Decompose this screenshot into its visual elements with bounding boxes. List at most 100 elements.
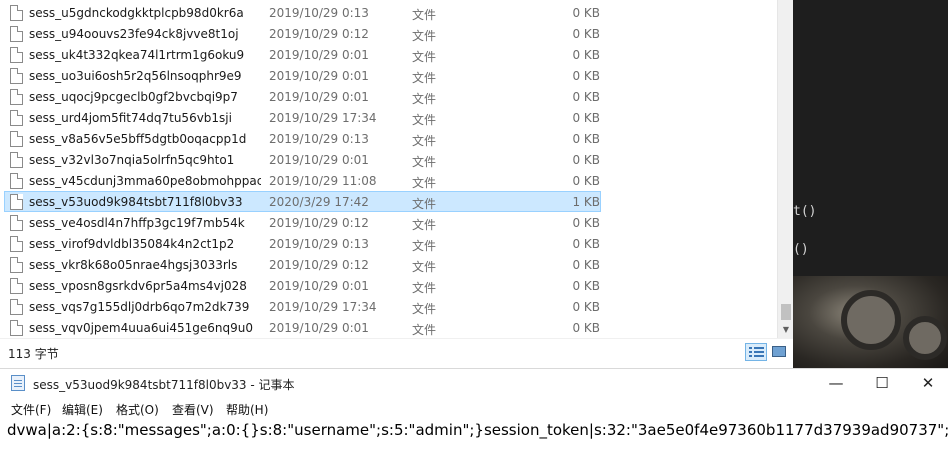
file-icon xyxy=(10,89,23,105)
file-type: 文件 xyxy=(412,302,437,316)
menu-view[interactable]: 查看(V) xyxy=(172,401,214,418)
file-date: 2019/10/29 0:13 xyxy=(269,6,369,20)
file-size: 0 KB xyxy=(572,216,600,230)
file-date: 2019/10/29 0:01 xyxy=(269,90,369,104)
file-size: 0 KB xyxy=(572,90,600,104)
file-icon xyxy=(10,257,23,273)
file-row[interactable]: sess_v32vl3o7nqia5olrfn5qc9hto1 2019/10/2… xyxy=(4,149,601,170)
maximize-button[interactable]: ☐ xyxy=(866,373,898,393)
file-type: 文件 xyxy=(412,176,437,190)
file-type: 文件 xyxy=(412,281,437,295)
file-row[interactable]: sess_v53uod9k984tsbt711f8l0bv33 2020/3/29… xyxy=(4,191,601,212)
file-date: 2019/10/29 0:12 xyxy=(269,216,369,230)
file-name: sess_u94oouvs23fe94ck8jvve8t1oj xyxy=(29,27,239,41)
thumbnail-view-icon[interactable] xyxy=(769,343,789,361)
file-size: 0 KB xyxy=(572,111,600,125)
file-size: 0 KB xyxy=(572,300,600,314)
menu-file[interactable]: 文件(F) xyxy=(11,401,51,418)
file-date: 2019/10/29 0:01 xyxy=(269,321,369,335)
file-row[interactable]: sess_urd4jom5fit74dq7tu56vb1sji 2019/10/2… xyxy=(4,107,601,128)
file-row[interactable]: sess_ve4osdl4n7hffp3gc19f7mb54k 2019/10/2… xyxy=(4,212,601,233)
file-date: 2019/10/29 11:08 xyxy=(269,174,377,188)
file-type: 文件 xyxy=(412,155,437,169)
file-size: 0 KB xyxy=(572,321,600,335)
file-icon xyxy=(10,131,23,147)
file-row[interactable]: sess_v45cdunj3mma60pe8obmohppac 2019/10/2… xyxy=(4,170,601,191)
gear-shape xyxy=(841,290,901,350)
file-row[interactable]: sess_u5gdnckodgkktplcpb98d0kr6a 2019/10/2… xyxy=(4,2,601,23)
status-bar: 113 字节 xyxy=(0,338,793,364)
menu-format[interactable]: 格式(O) xyxy=(116,401,159,418)
file-type: 文件 xyxy=(412,8,437,22)
file-size: 0 KB xyxy=(572,132,600,146)
file-icon xyxy=(10,236,23,252)
file-type: 文件 xyxy=(412,50,437,64)
file-date: 2019/10/29 0:01 xyxy=(269,48,369,62)
file-name: sess_v45cdunj3mma60pe8obmohppac xyxy=(29,174,261,188)
file-name: sess_urd4jom5fit74dq7tu56vb1sji xyxy=(29,111,232,125)
details-view-icon[interactable] xyxy=(745,343,767,361)
file-size: 0 KB xyxy=(572,237,600,251)
vertical-scrollbar[interactable]: ▼ xyxy=(777,0,793,338)
file-size: 0 KB xyxy=(572,258,600,272)
file-date: 2019/10/29 17:34 xyxy=(269,300,377,314)
file-row[interactable]: sess_uo3ui6osh5r2q56lnsoqphr9e9 2019/10/2… xyxy=(4,65,601,86)
file-row[interactable]: sess_uqocj9pcgeclb0gf2bvcbqi9p7 2019/10/2… xyxy=(4,86,601,107)
file-size: 0 KB xyxy=(572,48,600,62)
file-name: sess_virof9dvldbl35084k4n2ct1p2 xyxy=(29,237,235,251)
file-date: 2019/10/29 0:13 xyxy=(269,237,369,251)
file-row[interactable]: sess_vqv0jpem4uua6ui451ge6nq9u0 2019/10/2… xyxy=(4,317,601,338)
file-size: 0 KB xyxy=(572,174,600,188)
gear-shape xyxy=(903,316,947,360)
file-type: 文件 xyxy=(412,323,437,337)
file-name: sess_uqocj9pcgeclb0gf2bvcbqi9p7 xyxy=(29,90,238,104)
file-type: 文件 xyxy=(412,239,437,253)
file-date: 2019/10/29 0:12 xyxy=(269,258,369,272)
file-row[interactable]: sess_virof9dvldbl35084k4n2ct1p2 2019/10/2… xyxy=(4,233,601,254)
file-list: sess_u5gdnckodgkktplcpb98d0kr6a 2019/10/2… xyxy=(0,0,777,338)
file-row[interactable]: sess_vposn8gsrkdv6pr5a4ms4vj028 2019/10/2… xyxy=(4,275,601,296)
file-date: 2019/10/29 0:12 xyxy=(269,27,369,41)
file-icon xyxy=(10,173,23,189)
file-size: 1 KB xyxy=(572,195,600,209)
file-row[interactable]: sess_v8a56v5e5bff5dgtb0oqacpp1d 2019/10/2… xyxy=(4,128,601,149)
menu-edit[interactable]: 编辑(E) xyxy=(62,401,103,418)
file-size: 0 KB xyxy=(572,6,600,20)
file-row[interactable]: sess_uk4t332qkea74l1rtrm1g6oku9 2019/10/2… xyxy=(4,44,601,65)
menu-help[interactable]: 帮助(H) xyxy=(226,401,268,418)
file-type: 文件 xyxy=(412,197,437,211)
notepad-window: sess_v53uod9k984tsbt711f8l0bv33 - 记事本 — … xyxy=(0,368,948,468)
file-name: sess_uo3ui6osh5r2q56lnsoqphr9e9 xyxy=(29,69,242,83)
file-date: 2019/10/29 0:01 xyxy=(269,279,369,293)
background-desktop-image xyxy=(793,276,948,368)
file-icon xyxy=(10,278,23,294)
menu-bar: 文件(F) 编辑(E) 格式(O) 查看(V) 帮助(H) xyxy=(0,399,948,419)
file-date: 2020/3/29 17:42 xyxy=(269,195,369,209)
file-icon xyxy=(10,110,23,126)
close-button[interactable]: ✕ xyxy=(912,373,944,393)
file-date: 2019/10/29 0:01 xyxy=(269,69,369,83)
minimize-button[interactable]: — xyxy=(820,373,852,393)
file-explorer-window: sess_u5gdnckodgkktplcpb98d0kr6a 2019/10/2… xyxy=(0,0,793,364)
file-name: sess_vposn8gsrkdv6pr5a4ms4vj028 xyxy=(29,279,247,293)
file-icon xyxy=(10,47,23,63)
file-icon xyxy=(10,152,23,168)
file-row[interactable]: sess_u94oouvs23fe94ck8jvve8t1oj 2019/10/2… xyxy=(4,23,601,44)
text-editor-content[interactable]: dvwa|a:2:{s:8:"messages";a:0:{}s:8:"user… xyxy=(7,421,948,439)
file-row[interactable]: sess_vkr8k68o05nrae4hgsj3033rls 2019/10/2… xyxy=(4,254,601,275)
file-date: 2019/10/29 0:01 xyxy=(269,153,369,167)
file-name: sess_ve4osdl4n7hffp3gc19f7mb54k xyxy=(29,216,245,230)
file-size: 0 KB xyxy=(572,279,600,293)
file-icon xyxy=(10,194,23,210)
code-fragment: () xyxy=(793,242,809,257)
file-icon xyxy=(10,68,23,84)
file-type: 文件 xyxy=(412,134,437,148)
window-title: sess_v53uod9k984tsbt711f8l0bv33 - 记事本 xyxy=(33,378,295,392)
chevron-down-icon[interactable]: ▼ xyxy=(778,322,794,338)
background-code-editor: t() () xyxy=(793,0,948,276)
item-count-text: 113 字节 xyxy=(8,347,59,361)
file-name: sess_vqv0jpem4uua6ui451ge6nq9u0 xyxy=(29,321,254,335)
file-row[interactable]: sess_vqs7g155dlj0drb6qo7m2dk739 2019/10/2… xyxy=(4,296,601,317)
file-type: 文件 xyxy=(412,218,437,232)
scroll-thumb[interactable] xyxy=(781,304,791,320)
